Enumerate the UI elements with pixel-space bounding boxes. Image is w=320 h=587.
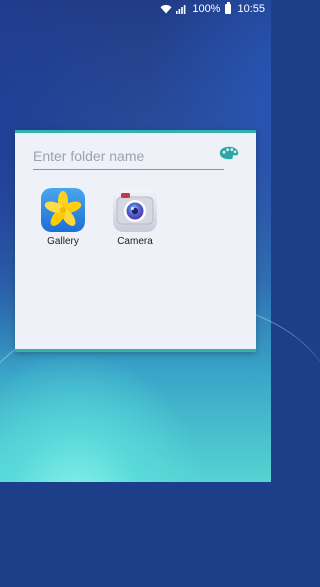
clock: 10:55 [237, 2, 265, 15]
app-label-camera: Camera [117, 236, 153, 247]
palette-icon [219, 146, 239, 165]
folder-color-button[interactable] [218, 146, 240, 164]
camera-icon [113, 188, 157, 232]
wifi-icon [160, 4, 172, 14]
battery-percentage: 100% [192, 2, 221, 15]
app-label-gallery: Gallery [47, 236, 79, 247]
battery-icon [225, 1, 232, 14]
folder-name-input[interactable] [33, 145, 224, 167]
status-bar: 100% 10:55 [0, 0, 271, 17]
folder-panel: Gallery [15, 130, 256, 352]
app-gallery[interactable]: Gallery [35, 188, 91, 247]
folder-name-row [33, 145, 224, 170]
gallery-icon [41, 188, 85, 232]
signal-icon [176, 4, 186, 14]
app-camera[interactable]: Camera [107, 188, 163, 247]
